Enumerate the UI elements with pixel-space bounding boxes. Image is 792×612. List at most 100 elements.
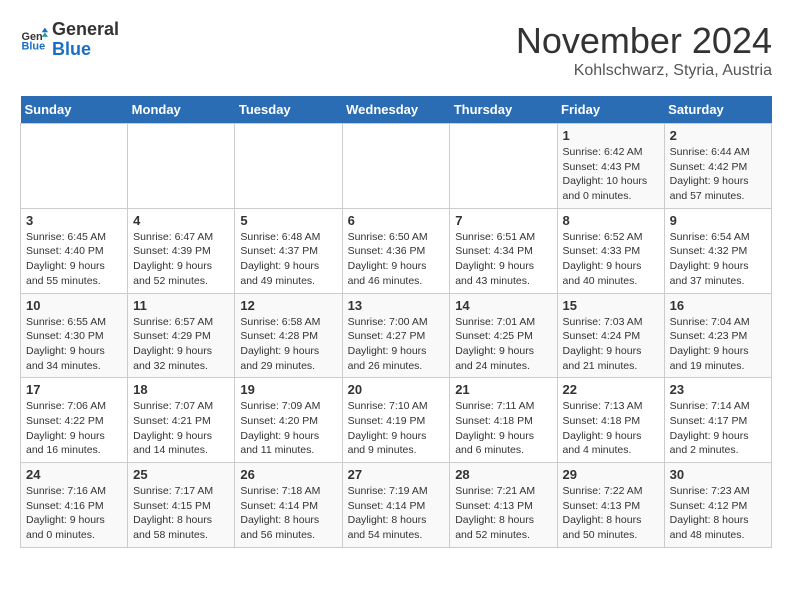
day-header-friday: Friday	[557, 96, 664, 124]
day-number: 25	[133, 467, 229, 482]
day-info: Sunrise: 7:17 AMSunset: 4:15 PMDaylight:…	[133, 484, 229, 543]
logo-icon: Gen Blue	[20, 26, 48, 54]
day-number: 22	[563, 382, 659, 397]
day-header-wednesday: Wednesday	[342, 96, 450, 124]
title-area: November 2024 Kohlschwarz, Styria, Austr…	[516, 20, 772, 80]
day-info: Sunrise: 7:23 AMSunset: 4:12 PMDaylight:…	[670, 484, 766, 543]
day-number: 18	[133, 382, 229, 397]
day-number: 26	[240, 467, 336, 482]
day-number: 29	[563, 467, 659, 482]
calendar-cell: 5 Sunrise: 6:48 AMSunset: 4:37 PMDaylight…	[235, 208, 342, 293]
logo: Gen Blue GeneralBlue	[20, 20, 119, 60]
calendar-cell	[21, 124, 128, 209]
day-number: 17	[26, 382, 122, 397]
day-number: 10	[26, 298, 122, 313]
calendar-cell: 21Sunrise: 7:11 AMSunset: 4:18 PMDayligh…	[450, 378, 557, 463]
svg-text:Blue: Blue	[22, 40, 46, 52]
calendar-cell: 2 Sunrise: 6:44 AMSunset: 4:42 PMDaylight…	[664, 124, 771, 209]
day-info: Sunrise: 7:13 AMSunset: 4:18 PMDaylight:…	[563, 399, 659, 458]
day-info: Sunrise: 7:04 AMSunset: 4:23 PMDaylight:…	[670, 315, 766, 374]
day-info: Sunrise: 7:16 AMSunset: 4:16 PMDaylight:…	[26, 484, 122, 543]
calendar-week-row: 17 Sunrise: 7:06 AMSunset: 4:22 PMDayligh…	[21, 378, 772, 463]
day-info: Sunrise: 6:48 AMSunset: 4:37 PMDaylight:…	[240, 230, 336, 289]
calendar-cell: 23 Sunrise: 7:14 AMSunset: 4:17 PMDayligh…	[664, 378, 771, 463]
day-number: 30	[670, 467, 766, 482]
calendar-cell: 12Sunrise: 6:58 AMSunset: 4:28 PMDayligh…	[235, 293, 342, 378]
day-number: 15	[563, 298, 659, 313]
calendar-week-row: 24Sunrise: 7:16 AMSunset: 4:16 PMDayligh…	[21, 463, 772, 548]
calendar-cell: 3Sunrise: 6:45 AMSunset: 4:40 PMDaylight…	[21, 208, 128, 293]
page-header: Gen Blue GeneralBlue November 2024 Kohls…	[20, 20, 772, 80]
day-number: 6	[348, 213, 445, 228]
calendar-week-row: 10 Sunrise: 6:55 AMSunset: 4:30 PMDayligh…	[21, 293, 772, 378]
day-number: 16	[670, 298, 766, 313]
day-info: Sunrise: 7:09 AMSunset: 4:20 PMDaylight:…	[240, 399, 336, 458]
day-number: 1	[563, 128, 659, 143]
day-info: Sunrise: 7:07 AMSunset: 4:21 PMDaylight:…	[133, 399, 229, 458]
logo-text: GeneralBlue	[52, 20, 119, 60]
calendar-header-row: SundayMondayTuesdayWednesdayThursdayFrid…	[21, 96, 772, 124]
calendar-cell: 22 Sunrise: 7:13 AMSunset: 4:18 PMDayligh…	[557, 378, 664, 463]
day-header-tuesday: Tuesday	[235, 96, 342, 124]
day-number: 14	[455, 298, 551, 313]
calendar-cell: 7 Sunrise: 6:51 AMSunset: 4:34 PMDaylight…	[450, 208, 557, 293]
calendar-cell: 19 Sunrise: 7:09 AMSunset: 4:20 PMDayligh…	[235, 378, 342, 463]
day-number: 5	[240, 213, 336, 228]
calendar-cell: 6 Sunrise: 6:50 AMSunset: 4:36 PMDaylight…	[342, 208, 450, 293]
day-header-saturday: Saturday	[664, 96, 771, 124]
day-info: Sunrise: 7:01 AMSunset: 4:25 PMDaylight:…	[455, 315, 551, 374]
day-info: Sunrise: 6:50 AMSunset: 4:36 PMDaylight:…	[348, 230, 445, 289]
calendar-cell: 14 Sunrise: 7:01 AMSunset: 4:25 PMDayligh…	[450, 293, 557, 378]
day-info: Sunrise: 7:06 AMSunset: 4:22 PMDaylight:…	[26, 399, 122, 458]
day-info: Sunrise: 6:44 AMSunset: 4:42 PMDaylight:…	[670, 145, 766, 204]
calendar-cell	[235, 124, 342, 209]
day-number: 8	[563, 213, 659, 228]
day-info: Sunrise: 7:22 AMSunset: 4:13 PMDaylight:…	[563, 484, 659, 543]
day-number: 21	[455, 382, 551, 397]
calendar-cell	[450, 124, 557, 209]
calendar-cell: 26Sunrise: 7:18 AMSunset: 4:14 PMDayligh…	[235, 463, 342, 548]
calendar-cell: 25 Sunrise: 7:17 AMSunset: 4:15 PMDayligh…	[128, 463, 235, 548]
calendar-cell: 4Sunrise: 6:47 AMSunset: 4:39 PMDaylight…	[128, 208, 235, 293]
day-number: 23	[670, 382, 766, 397]
day-number: 11	[133, 298, 229, 313]
day-number: 28	[455, 467, 551, 482]
calendar-cell: 10 Sunrise: 6:55 AMSunset: 4:30 PMDayligh…	[21, 293, 128, 378]
day-info: Sunrise: 6:42 AMSunset: 4:43 PMDaylight:…	[563, 145, 659, 204]
day-info: Sunrise: 7:00 AMSunset: 4:27 PMDaylight:…	[348, 315, 445, 374]
day-info: Sunrise: 6:57 AMSunset: 4:29 PMDaylight:…	[133, 315, 229, 374]
day-info: Sunrise: 6:55 AMSunset: 4:30 PMDaylight:…	[26, 315, 122, 374]
month-title: November 2024	[516, 20, 772, 62]
calendar-cell: 1 Sunrise: 6:42 AMSunset: 4:43 PMDaylight…	[557, 124, 664, 209]
calendar-cell: 17 Sunrise: 7:06 AMSunset: 4:22 PMDayligh…	[21, 378, 128, 463]
day-info: Sunrise: 6:51 AMSunset: 4:34 PMDaylight:…	[455, 230, 551, 289]
calendar-cell: 20 Sunrise: 7:10 AMSunset: 4:19 PMDayligh…	[342, 378, 450, 463]
day-header-thursday: Thursday	[450, 96, 557, 124]
day-number: 20	[348, 382, 445, 397]
calendar-cell: 16 Sunrise: 7:04 AMSunset: 4:23 PMDayligh…	[664, 293, 771, 378]
day-info: Sunrise: 6:45 AMSunset: 4:40 PMDaylight:…	[26, 230, 122, 289]
day-info: Sunrise: 7:19 AMSunset: 4:14 PMDaylight:…	[348, 484, 445, 543]
calendar-week-row: 3Sunrise: 6:45 AMSunset: 4:40 PMDaylight…	[21, 208, 772, 293]
calendar-cell	[128, 124, 235, 209]
day-info: Sunrise: 7:14 AMSunset: 4:17 PMDaylight:…	[670, 399, 766, 458]
day-number: 7	[455, 213, 551, 228]
calendar-cell: 29 Sunrise: 7:22 AMSunset: 4:13 PMDayligh…	[557, 463, 664, 548]
day-number: 19	[240, 382, 336, 397]
day-info: Sunrise: 7:03 AMSunset: 4:24 PMDaylight:…	[563, 315, 659, 374]
day-number: 12	[240, 298, 336, 313]
calendar-week-row: 1 Sunrise: 6:42 AMSunset: 4:43 PMDaylight…	[21, 124, 772, 209]
calendar-cell: 13 Sunrise: 7:00 AMSunset: 4:27 PMDayligh…	[342, 293, 450, 378]
calendar-cell	[342, 124, 450, 209]
calendar-cell: 24Sunrise: 7:16 AMSunset: 4:16 PMDayligh…	[21, 463, 128, 548]
day-info: Sunrise: 7:10 AMSunset: 4:19 PMDaylight:…	[348, 399, 445, 458]
calendar-cell: 9Sunrise: 6:54 AMSunset: 4:32 PMDaylight…	[664, 208, 771, 293]
day-header-sunday: Sunday	[21, 96, 128, 124]
day-header-monday: Monday	[128, 96, 235, 124]
day-number: 4	[133, 213, 229, 228]
calendar-cell: 15 Sunrise: 7:03 AMSunset: 4:24 PMDayligh…	[557, 293, 664, 378]
day-number: 13	[348, 298, 445, 313]
day-info: Sunrise: 6:52 AMSunset: 4:33 PMDaylight:…	[563, 230, 659, 289]
calendar-cell: 8 Sunrise: 6:52 AMSunset: 4:33 PMDaylight…	[557, 208, 664, 293]
day-number: 2	[670, 128, 766, 143]
